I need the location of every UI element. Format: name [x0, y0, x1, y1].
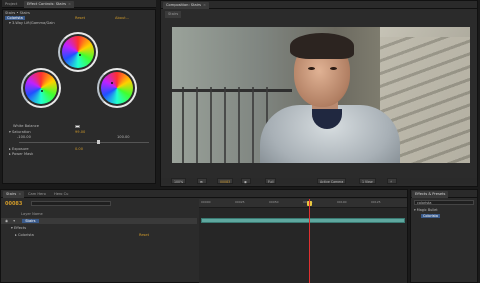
ruler-tick: 00025 [235, 200, 245, 204]
layer-name-header: Layer Name [21, 212, 43, 216]
timeline-tracks[interactable]: 00000 00025 00050 00075 00100 00125 [199, 199, 407, 283]
tab-cam-hero[interactable]: Cam Hero [25, 191, 49, 198]
gamma-wheel-handle[interactable] [79, 54, 81, 56]
comp-timecode[interactable]: 00083 [217, 178, 234, 184]
resolution-dropdown[interactable]: Full [265, 178, 277, 184]
effect-row-colorista[interactable]: ▸ Colorista Reset [15, 232, 197, 238]
white-balance-swatch[interactable] [75, 125, 80, 128]
effects-presets-panel: Effects & Presets colorista ▾ Magic Bull… [410, 189, 478, 283]
lift-color-wheel[interactable] [25, 72, 57, 104]
zoom-dropdown[interactable]: 100% [171, 178, 187, 184]
effect-name[interactable]: Colorista [5, 16, 25, 20]
saturation-slider-handle[interactable] [97, 140, 100, 144]
triangle-right-icon[interactable]: ▸ [9, 152, 11, 156]
power-mask-label: Power Mask [11, 152, 34, 156]
composition-panel: Composition: Stairs × Stairs 100% ⊞ 00083… [160, 0, 478, 187]
person-hair [290, 33, 354, 59]
comp-tabbar: Composition: Stairs × [161, 1, 477, 9]
close-icon[interactable]: × [203, 3, 206, 7]
ruler-tick: 00000 [201, 200, 211, 204]
white-balance-row: White Balance [13, 124, 153, 129]
lift-wheel-handle[interactable] [41, 90, 43, 92]
lift-label: Lift/Gamma/Gain [24, 21, 55, 25]
effects-row[interactable]: ▾ Effects [11, 225, 197, 231]
composition-viewer[interactable] [172, 27, 470, 163]
saturation-min: -100.00 [17, 135, 31, 139]
timeline-panel: Stairs × Cam Hero Hero Cu 00083 Layer Nam… [0, 189, 408, 283]
exposure-label: Exposure [11, 147, 29, 151]
tab-effect-controls[interactable]: Effect Controls: Stairs × [24, 1, 74, 8]
fast-preview-icon[interactable]: ⚡ [387, 178, 397, 184]
category-label: Magic Bullet [416, 208, 438, 212]
view-layout-dropdown[interactable]: 1 View [359, 178, 376, 184]
tab-project[interactable]: Project [2, 1, 20, 8]
person-eye-right [330, 67, 337, 70]
person-eye-left [308, 67, 315, 70]
ruler-tick: 00050 [269, 200, 279, 204]
triangle-right-icon[interactable]: ▸ [15, 233, 17, 237]
lift-gamma-gain-row[interactable]: ▾ 3-Way Lift/Gamma/Gain [9, 21, 153, 26]
triangle-down-icon[interactable]: ▾ [13, 219, 15, 223]
comp-name-tab[interactable]: Stairs [165, 11, 182, 18]
comp-toolbar: 100% ⊞ 00083 ◉ Full Active Camera 1 View… [161, 178, 477, 184]
timeline-tabbar: Stairs × Cam Hero Hero Cu [1, 190, 407, 198]
fxp-effect-name[interactable]: Colorista [421, 214, 440, 218]
layer-row-stairs[interactable]: ◉ ▾ Stairs [1, 218, 197, 224]
close-icon[interactable]: × [18, 192, 21, 196]
close-icon[interactable]: × [68, 2, 71, 6]
saturation-max: 100.00 [117, 135, 130, 139]
layer-track-bar[interactable] [201, 218, 405, 223]
triangle-right-icon[interactable]: ▸ [9, 147, 11, 151]
ruler-tick: 00125 [371, 200, 381, 204]
power-mask-row[interactable]: ▸ Power Mask [9, 152, 153, 157]
layer-list: Layer Name ◉ ▾ Stairs ▾ Effects ▸ Colori… [1, 209, 197, 283]
effect-row-name[interactable]: Colorista [18, 233, 34, 237]
fxp-effect-item[interactable]: Colorista [421, 214, 440, 219]
gamma-color-wheel[interactable] [62, 36, 94, 68]
triangle-down-icon[interactable]: ▾ [9, 130, 11, 134]
left-tabbar: Project Effect Controls: Stairs × [2, 0, 156, 8]
effect-reset-link[interactable]: Reset [139, 232, 149, 238]
tab-hero-cu[interactable]: Hero Cu [51, 191, 71, 198]
tab-stairs[interactable]: Stairs × [3, 191, 25, 198]
saturation-label: Saturation [11, 130, 31, 134]
saturation-slider[interactable] [19, 142, 149, 143]
triangle-down-icon[interactable]: ▾ [9, 21, 11, 25]
triangle-down-icon[interactable]: ▾ [11, 226, 13, 230]
gain-wheel-handle[interactable] [111, 82, 113, 84]
fxp-search-input[interactable]: colorista [414, 200, 474, 205]
triangle-down-icon[interactable]: ▾ [414, 208, 416, 212]
tab-effects-presets[interactable]: Effects & Presets [412, 191, 449, 198]
effect-controls-panel: Stairs • Stairs Colorista Reset About...… [2, 9, 156, 184]
ruler-tick: 00100 [337, 200, 347, 204]
fxp-category[interactable]: ▾ Magic Bullet [414, 208, 438, 213]
timeline-timecode[interactable]: 00083 [5, 201, 22, 207]
camera-icon[interactable]: ◉ [241, 178, 251, 184]
layer-name[interactable]: Stairs [22, 219, 39, 223]
tab-composition[interactable]: Composition: Stairs × [163, 2, 210, 9]
section-label: 3-Way [11, 21, 24, 25]
gain-color-wheel[interactable] [101, 72, 133, 104]
fxp-tabbar: Effects & Presets [411, 190, 477, 198]
playhead[interactable] [309, 199, 310, 283]
grid-icon[interactable]: ⊞ [197, 178, 207, 184]
camera-dropdown[interactable]: Active Camera [317, 178, 347, 184]
layer-search-input[interactable] [31, 201, 111, 206]
saturation-range: -100.00 100.00 [17, 135, 153, 140]
time-ruler[interactable]: 00000 00025 00050 00075 00100 00125 [199, 199, 407, 208]
effects-label: Effects [13, 226, 27, 230]
eye-icon[interactable]: ◉ [5, 219, 8, 223]
white-balance-label: White Balance [13, 124, 39, 128]
